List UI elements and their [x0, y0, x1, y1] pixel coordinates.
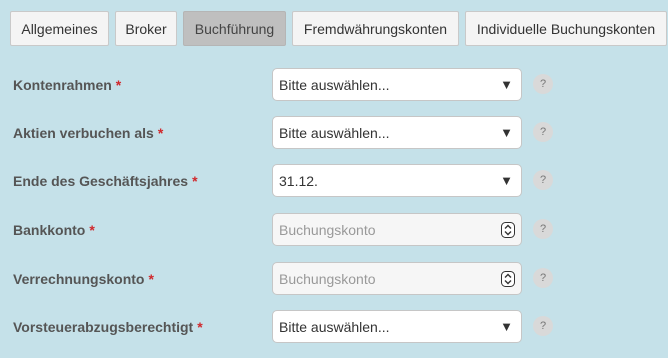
dropdown-arrow-icon: ▼ [500, 77, 513, 92]
required-marker: * [89, 221, 95, 238]
input-placeholder: Buchungskonto [279, 270, 376, 287]
select-value: Bitte auswählen... [279, 76, 390, 93]
tab-buchfuehrung[interactable]: Buchführung [183, 11, 286, 46]
field-label-text: Bankkonto [13, 221, 86, 238]
form-row-bankkonto: Bankkonto * Buchungskonto ? [0, 213, 668, 246]
select-value: Bitte auswählen... [279, 318, 390, 335]
kontenrahmen-select[interactable]: Bitte auswählen... ▼ [272, 68, 522, 101]
dropdown-arrow-icon: ▼ [500, 319, 513, 334]
field-label: Aktien verbuchen als * [13, 116, 163, 149]
geschaeftsjahr-select[interactable]: 31.12. ▼ [272, 164, 522, 197]
required-marker: * [157, 124, 164, 141]
help-icon[interactable]: ? [533, 316, 553, 336]
dropdown-arrow-icon: ▼ [500, 173, 513, 188]
field-label: Ende des Geschäftsjahres * [13, 164, 198, 197]
field-label: Vorsteuerabzugsberechtigt * [13, 310, 203, 343]
field-label-text: Kontenrahmen [13, 76, 112, 93]
verrechnungskonto-input[interactable]: Buchungskonto [272, 262, 522, 295]
field-label-text: Aktien verbuchen als [13, 124, 154, 141]
field-label: Verrechnungskonto * [13, 262, 154, 295]
spinner-icon[interactable] [501, 271, 515, 287]
tab-allgemeines[interactable]: Allgemeines [10, 11, 109, 46]
tab-broker[interactable]: Broker [115, 11, 177, 46]
help-icon[interactable]: ? [533, 268, 553, 288]
dropdown-arrow-icon: ▼ [500, 125, 513, 140]
help-icon[interactable]: ? [533, 122, 553, 142]
field-label-text: Verrechnungskonto [13, 270, 145, 287]
help-icon[interactable]: ? [533, 74, 553, 94]
tab-individuelle-buchungskonten[interactable]: Individuelle Buchungskonten [465, 11, 667, 46]
required-marker: * [115, 76, 122, 93]
spinner-icon[interactable] [501, 222, 515, 238]
select-value: Bitte auswählen... [279, 124, 390, 141]
select-value: 31.12. [279, 172, 318, 189]
form-row-vorsteuer: Vorsteuerabzugsberechtigt * Bitte auswähl… [0, 310, 668, 343]
field-label: Kontenrahmen * [13, 68, 121, 101]
required-marker: * [148, 270, 154, 287]
field-label-text: Vorsteuerabzugsberechtigt [13, 318, 194, 335]
help-icon[interactable]: ? [533, 219, 553, 239]
bankkonto-input[interactable]: Buchungskonto [272, 213, 522, 246]
field-label: Bankkonto * [13, 213, 95, 246]
form-row-kontenrahmen: Kontenrahmen * Bitte auswählen... ▼ ? [0, 68, 668, 101]
required-marker: * [192, 172, 198, 189]
form-row-geschaeftsjahr: Ende des Geschäftsjahres * 31.12. ▼ ? [0, 164, 668, 197]
aktien-verbuchen-select[interactable]: Bitte auswählen... ▼ [272, 116, 522, 149]
input-placeholder: Buchungskonto [279, 221, 376, 238]
form-row-verrechnungskonto: Verrechnungskonto * Buchungskonto ? [0, 262, 668, 295]
form-row-aktien-verbuchen: Aktien verbuchen als * Bitte auswählen...… [0, 116, 668, 149]
tab-fremdwaehrungskonten[interactable]: Fremdwährungskonten [292, 11, 459, 46]
tab-bar: Allgemeines Broker Buchführung Fremdwähr… [10, 11, 667, 48]
required-marker: * [197, 318, 203, 335]
field-label-text: Ende des Geschäftsjahres [13, 172, 189, 189]
help-icon[interactable]: ? [533, 170, 553, 190]
vorsteuer-select[interactable]: Bitte auswählen... ▼ [272, 310, 522, 343]
